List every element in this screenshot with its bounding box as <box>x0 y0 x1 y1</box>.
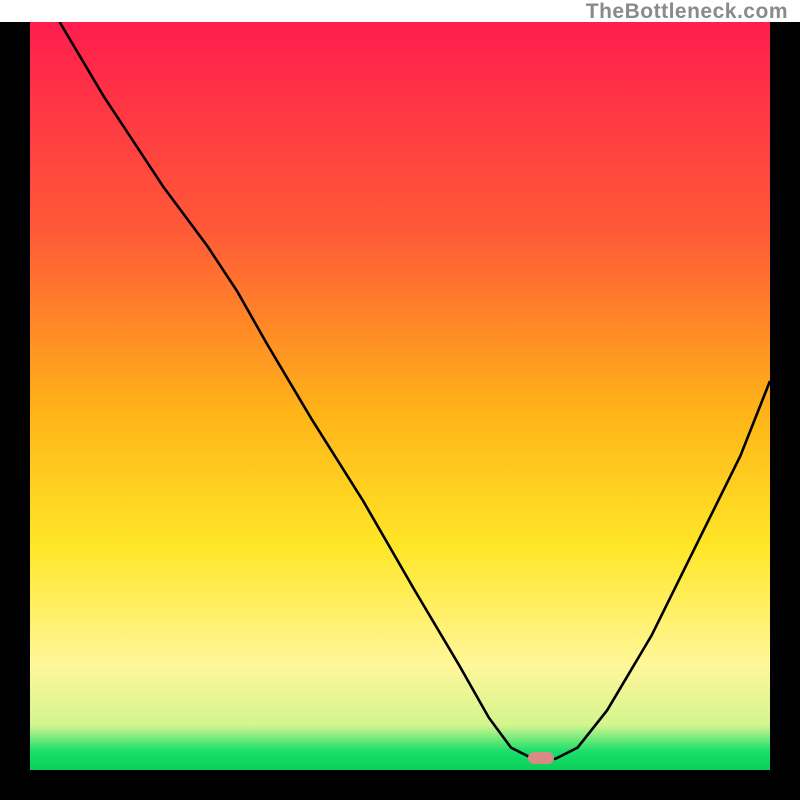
plot-area <box>30 22 770 770</box>
curve-layer <box>30 22 770 770</box>
minimum-marker <box>528 752 554 764</box>
watermark-text: TheBottleneck.com <box>586 0 788 24</box>
chart-container: TheBottleneck.com <box>0 0 800 800</box>
chart-frame <box>0 22 800 800</box>
bottleneck-curve <box>60 22 770 759</box>
